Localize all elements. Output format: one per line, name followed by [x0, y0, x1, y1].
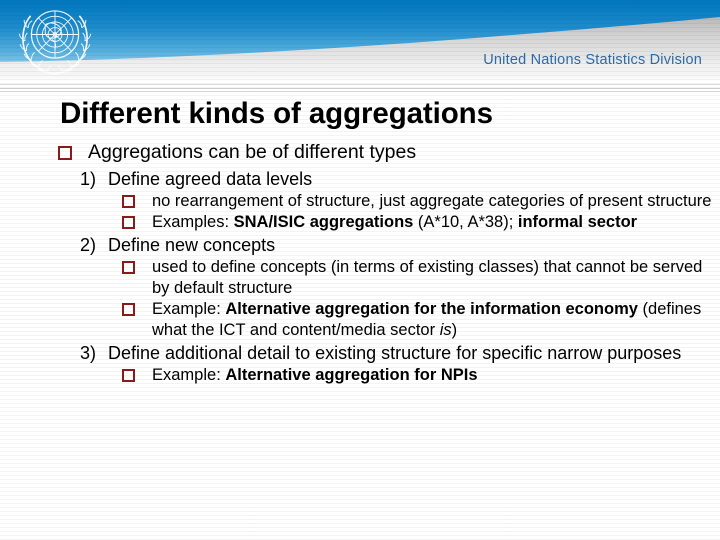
- sub-bullet-text: no rearrangement of structure, just aggr…: [152, 192, 711, 210]
- text-run: no rearrangement of structure, just aggr…: [152, 192, 712, 210]
- text-run: Example:: [152, 366, 226, 384]
- text-run: used to define concepts (in terms of exi…: [152, 258, 703, 297]
- sub-bullet-text: Examples: SNA/ISIC aggregations (A*10, A…: [152, 213, 637, 231]
- bullet-level1: Aggregations can be of different types: [0, 140, 720, 165]
- un-emblem-icon: [18, 10, 92, 75]
- text-run: is: [439, 321, 452, 339]
- square-bullet-icon: [122, 303, 135, 316]
- text-run: ): [451, 321, 458, 339]
- numbered-item-marker: 3): [80, 343, 97, 363]
- sub-bullet-text: Example: Alternative aggregation for NPI…: [152, 366, 478, 384]
- numbered-item-text: Define new concepts: [108, 235, 276, 255]
- slide-body: Aggregations can be of different types 1…: [0, 140, 720, 386]
- sub-bullet: no rearrangement of structure, just aggr…: [0, 191, 720, 212]
- text-run: Alternative aggregation for NPIs: [225, 366, 478, 384]
- text-run: Examples:: [152, 213, 234, 231]
- text-run: SNA/ISIC aggregations: [233, 213, 414, 231]
- numbered-item: 1) Define agreed data levels: [0, 167, 720, 191]
- sub-bullet: Example: Alternative aggregation for the…: [0, 299, 720, 341]
- numbered-item: 2) Define new concepts: [0, 233, 720, 257]
- numbered-item-text: Define agreed data levels: [108, 169, 313, 189]
- header-rule-mid: [0, 88, 720, 89]
- division-name: United Nations Statistics Division: [483, 52, 702, 68]
- square-bullet-icon: [122, 216, 135, 229]
- square-bullet-icon: [122, 195, 135, 208]
- numbered-item-marker: 2): [80, 235, 97, 255]
- text-run: informal sector: [517, 213, 638, 231]
- header-rule-top: [0, 84, 720, 85]
- numbered-item-list: 1) Define agreed data levels no rearrangem…: [0, 167, 720, 386]
- header-banner: United Nations Statistics Division: [0, 0, 720, 82]
- sub-bullet-text: Example: Alternative aggregation for the…: [152, 300, 701, 339]
- sub-bullet: used to define concepts (in terms of exi…: [0, 257, 720, 299]
- square-bullet-icon: [58, 146, 72, 160]
- text-run: Alternative aggregation for the informat…: [225, 300, 638, 318]
- text-run: Example:: [152, 300, 226, 318]
- sub-bullet: Example: Alternative aggregation for NPI…: [0, 365, 720, 386]
- numbered-item: 3) Define additional detail to existing s…: [0, 341, 720, 365]
- numbered-item-marker: 1): [80, 169, 97, 189]
- square-bullet-icon: [122, 261, 135, 274]
- numbered-item-text: Define additional detail to existing str…: [108, 343, 682, 363]
- sub-bullet-text: used to define concepts (in terms of exi…: [152, 258, 702, 297]
- sub-bullet: Examples: SNA/ISIC aggregations (A*10, A…: [0, 212, 720, 233]
- square-bullet-icon: [122, 369, 135, 382]
- bullet-level1-text: Aggregations can be of different types: [88, 141, 417, 163]
- slide: United Nations Statistics Division Diffe…: [0, 0, 720, 540]
- text-run: (A*10, A*38);: [413, 213, 518, 231]
- header-rule-bottom: [0, 91, 720, 92]
- page-title: Different kinds of aggregations: [60, 97, 493, 130]
